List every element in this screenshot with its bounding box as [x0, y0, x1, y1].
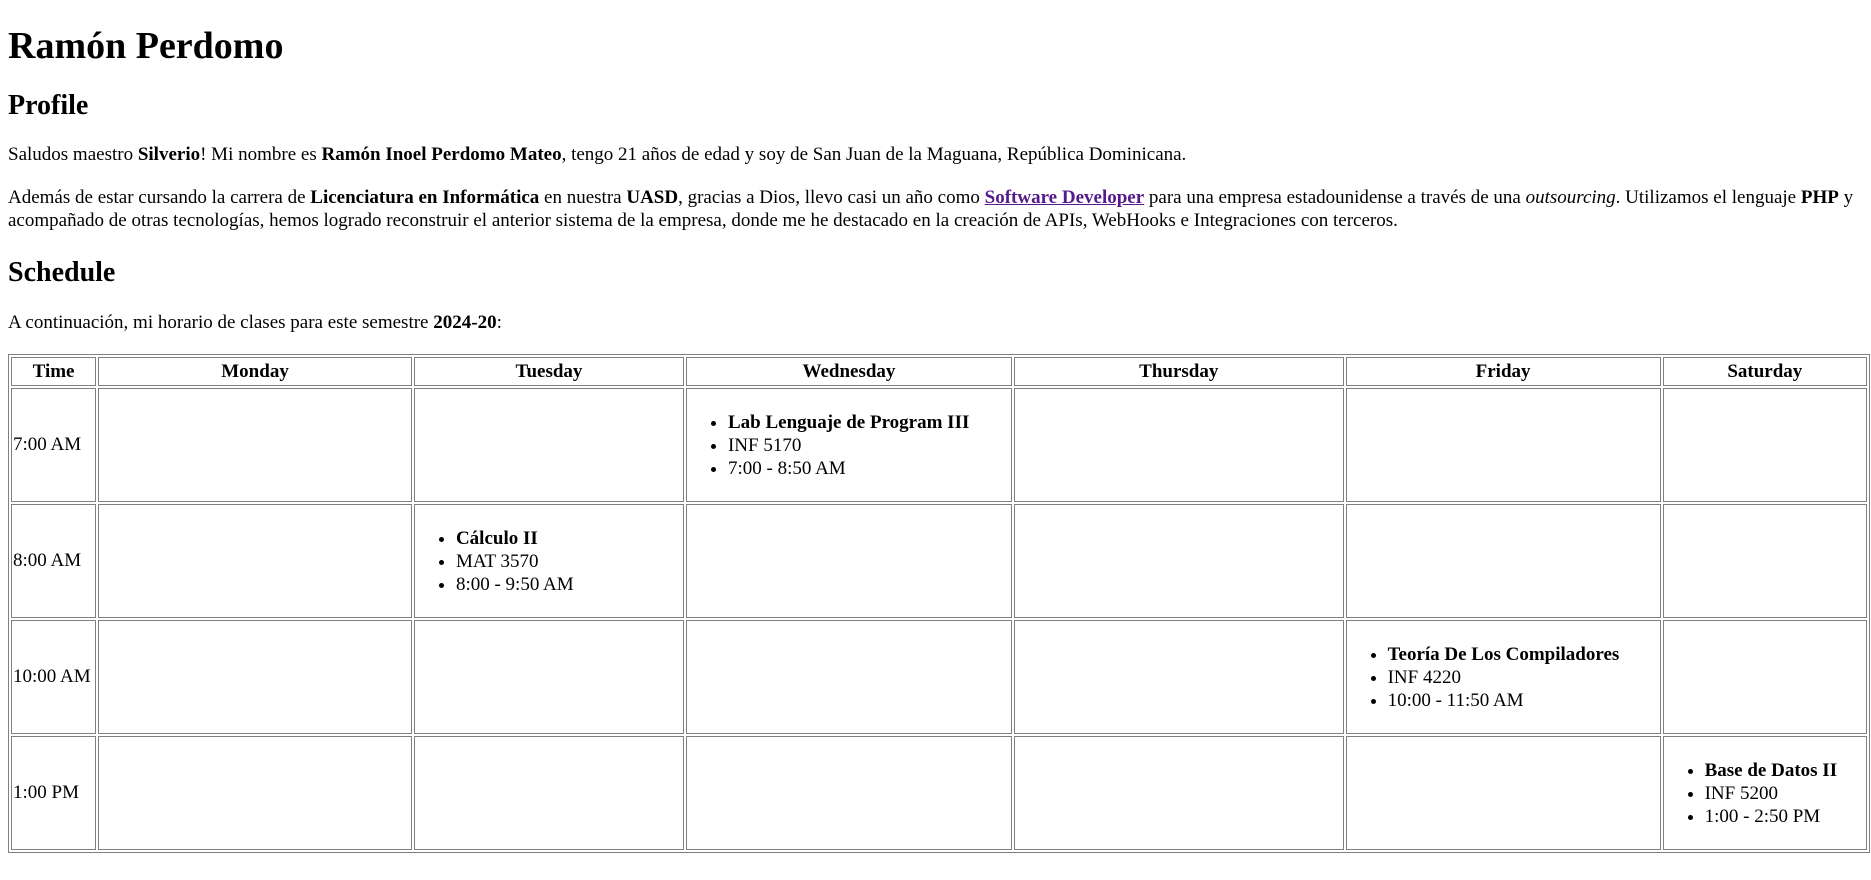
desc-text-2: en nuestra [539, 187, 627, 208]
course-details: Cálculo II MAT 3570 8:00 - 9:50 AM [416, 527, 682, 596]
degree-name: Licenciatura en Informática [310, 187, 540, 208]
schedule-intro: A continuación, mi horario de clases par… [8, 311, 1863, 334]
wednesday-cell: Lab Lenguaje de Program III INF 5170 7:0… [685, 388, 1012, 502]
thursday-cell [1013, 388, 1344, 502]
course-name: Lab Lenguaje de Program III [728, 411, 1010, 434]
course-details: Base de Datos II INF 5200 1:00 - 2:50 PM [1665, 759, 1865, 828]
semester-code: 2024-20 [433, 312, 497, 333]
course-code: INF 4220 [1388, 666, 1659, 689]
header-tuesday: Tuesday [413, 357, 684, 386]
thursday-cell [1013, 736, 1344, 850]
desc-text-5: . Utilizamos el lenguaje [1615, 187, 1801, 208]
monday-cell [98, 388, 412, 502]
course-hours: 7:00 - 8:50 AM [728, 457, 1010, 480]
table-row: 8:00 AM Cálculo II MAT 3570 8:00 - 9:50 … [11, 504, 1867, 618]
desc-text-4: para una empresa estadounidense a través… [1144, 187, 1526, 208]
friday-cell: Teoría De Los Compiladores INF 4220 10:0… [1345, 620, 1661, 734]
course-hours: 10:00 - 11:50 AM [1388, 689, 1659, 712]
table-row: 10:00 AM Teoría De Los Compiladores INF … [11, 620, 1867, 734]
course-code: INF 5170 [728, 434, 1010, 457]
course-details: Lab Lenguaje de Program III INF 5170 7:0… [688, 411, 1010, 480]
tuesday-cell [413, 620, 684, 734]
desc-text-3: , gracias a Dios, llevo casi un año como [678, 187, 985, 208]
intro-text-1: Saludos maestro [8, 144, 138, 165]
university-name: UASD [626, 187, 679, 208]
thursday-cell [1013, 620, 1344, 734]
wednesday-cell [685, 504, 1012, 618]
friday-cell [1345, 504, 1661, 618]
header-wednesday: Wednesday [685, 357, 1012, 386]
header-saturday: Saturday [1662, 357, 1867, 386]
tuesday-cell [413, 736, 684, 850]
profile-intro: Saludos maestro Silverio! Mi nombre es R… [8, 143, 1863, 166]
course-name: Cálculo II [456, 527, 682, 550]
header-thursday: Thursday [1013, 357, 1344, 386]
course-code: INF 5200 [1705, 782, 1865, 805]
course-name: Base de Datos II [1705, 759, 1865, 782]
page-title: Ramón Perdomo [8, 25, 284, 67]
schedule-heading: Schedule [8, 257, 116, 288]
wednesday-cell [685, 620, 1012, 734]
intro-text-2: ! Mi nombre es [200, 144, 322, 165]
tuesday-cell: Cálculo II MAT 3570 8:00 - 9:50 AM [413, 504, 684, 618]
header-monday: Monday [98, 357, 412, 386]
teacher-name: Silverio [137, 144, 201, 165]
time-cell: 1:00 PM [11, 736, 97, 850]
course-hours: 8:00 - 9:50 AM [456, 573, 682, 596]
friday-cell [1345, 736, 1661, 850]
profile-heading: Profile [8, 90, 89, 121]
schedule-header-row: Time Monday Tuesday Wednesday Thursday F… [11, 357, 1867, 386]
header-time: Time [11, 357, 97, 386]
outsourcing-term: outsourcing [1525, 187, 1616, 208]
monday-cell [98, 736, 412, 850]
desc-text-1: Además de estar cursando la carrera de [8, 187, 311, 208]
monday-cell [98, 504, 412, 618]
schedule-table: Time Monday Tuesday Wednesday Thursday F… [8, 354, 1870, 853]
saturday-cell [1662, 388, 1867, 502]
time-cell: 8:00 AM [11, 504, 97, 618]
time-cell: 10:00 AM [11, 620, 97, 734]
schedule-intro-text-2: : [496, 312, 502, 333]
course-hours: 1:00 - 2:50 PM [1705, 805, 1865, 828]
language-name: PHP [1800, 187, 1839, 208]
student-full-name: Ramón Inoel Perdomo Mateo [321, 144, 562, 165]
schedule-intro-text-1: A continuación, mi horario de clases par… [8, 312, 434, 333]
page: Ramón Perdomo Profile Saludos maestro Si… [0, 23, 1871, 853]
table-row: 7:00 AM Lab Lenguaje de Program III INF … [11, 388, 1867, 502]
course-details: Teoría De Los Compiladores INF 4220 10:0… [1348, 643, 1659, 712]
software-developer-link[interactable]: Software Developer [985, 187, 1145, 208]
saturday-cell [1662, 504, 1867, 618]
time-cell: 7:00 AM [11, 388, 97, 502]
profile-description: Además de estar cursando la carrera de L… [8, 186, 1863, 232]
saturday-cell: Base de Datos II INF 5200 1:00 - 2:50 PM [1662, 736, 1867, 850]
course-code: MAT 3570 [456, 550, 682, 573]
header-friday: Friday [1345, 357, 1661, 386]
course-name: Teoría De Los Compiladores [1388, 643, 1659, 666]
thursday-cell [1013, 504, 1344, 618]
wednesday-cell [685, 736, 1012, 850]
tuesday-cell [413, 388, 684, 502]
intro-text-3: , tengo 21 años de edad y soy de San Jua… [561, 144, 1187, 165]
saturday-cell [1662, 620, 1867, 734]
friday-cell [1345, 388, 1661, 502]
table-row: 1:00 PM Base de Datos II INF 5200 1:00 -… [11, 736, 1867, 850]
monday-cell [98, 620, 412, 734]
